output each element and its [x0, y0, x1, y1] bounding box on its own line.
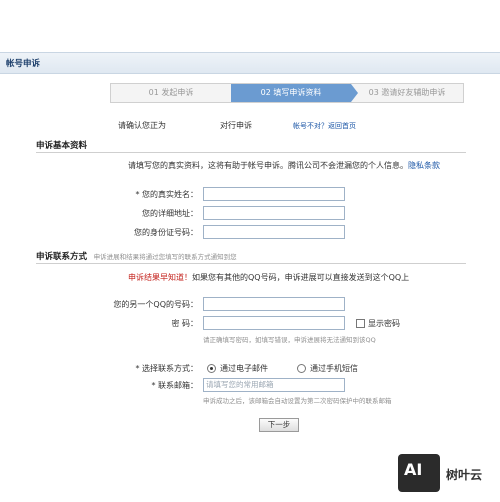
other-qq-input[interactable]	[203, 297, 345, 311]
email-hint: 申诉成功之后，该邮箱会自动设置为第二次密码保护中的联系邮箱	[203, 397, 392, 405]
password-label: 密 码：	[171, 319, 198, 328]
id-number-input[interactable]	[203, 225, 345, 239]
contact-notice: 申诉结果早知道！如果您有其他的QQ号码，申诉进展可以直接发送到这个QQ上	[128, 272, 468, 283]
show-password-label[interactable]: 显示密码	[368, 318, 400, 329]
watermark-logo-text: AI	[404, 460, 423, 479]
contact-section-subheading: 申诉进展和结果将通过您填写的联系方式通知到您	[93, 253, 237, 261]
privacy-link[interactable]: 隐私条款	[408, 161, 440, 170]
watermark-brand: 树叶云	[446, 468, 483, 482]
step-2-active: 02 填写申诉资料	[231, 84, 351, 102]
address-label: 您的详细地址：	[142, 209, 198, 218]
basic-notice: 请填写您的真实资料，这将有助于帐号申诉。腾讯公司不会泄漏您的个人信息。隐私条款	[128, 160, 468, 171]
title-bar	[0, 52, 500, 74]
email-method-label[interactable]: 通过电子邮件	[220, 363, 268, 374]
real-name-input[interactable]	[203, 187, 345, 201]
back-home-link[interactable]: 帐号不对？返回首页	[293, 121, 356, 131]
email-label: * 联系邮箱：	[151, 381, 198, 390]
basic-divider	[36, 152, 466, 153]
real-name-label: * 您的真实姓名：	[135, 190, 198, 199]
step-1: 01 发起申诉	[148, 88, 194, 97]
step-arrow	[351, 84, 358, 102]
email-input[interactable]: 请填写您的常用邮箱	[203, 378, 345, 392]
sms-method-label[interactable]: 通过手机短信	[310, 363, 358, 374]
contact-section-head: 申诉联系方式 申诉进展和结果将通过您填写的联系方式通知到您	[36, 250, 237, 262]
other-qq-label: 您的另一个QQ的号码：	[113, 300, 198, 309]
id-number-label: 您的身份证号码：	[134, 228, 198, 237]
confirm-label: 请确认您正为	[118, 121, 166, 130]
contact-method-label: * 选择联系方式：	[135, 364, 198, 373]
password-input[interactable]	[203, 316, 345, 330]
basic-notice-text: 请填写您的真实资料，这将有助于帐号申诉。腾讯公司不会泄漏您的个人信息。	[128, 161, 408, 170]
contact-notice-text: 如果您有其他的QQ号码，申诉进展可以直接发送到这个QQ上	[192, 273, 410, 282]
contact-divider	[36, 263, 466, 264]
next-button[interactable]: 下一步	[259, 418, 299, 432]
address-input[interactable]	[203, 206, 345, 220]
basic-section-heading: 申诉基本资料	[36, 141, 88, 151]
password-hint: 请正确填写密码，如填写错误，申诉进展将无法通知到该QQ	[203, 336, 376, 344]
contact-section-heading: 申诉联系方式	[36, 252, 88, 262]
page-title: 帐号申诉	[6, 59, 41, 69]
email-method-radio[interactable]	[207, 364, 216, 373]
step-3: 03 邀请好友辅助申诉	[368, 88, 446, 97]
sms-method-radio[interactable]	[297, 364, 306, 373]
step-indicator: 01 发起申诉 02 填写申诉资料 03 邀请好友辅助申诉	[110, 83, 464, 103]
show-password-checkbox[interactable]	[356, 319, 365, 328]
contact-notice-red: 申诉结果早知道！	[128, 273, 192, 282]
confirm-account: 对行申诉	[220, 121, 252, 130]
